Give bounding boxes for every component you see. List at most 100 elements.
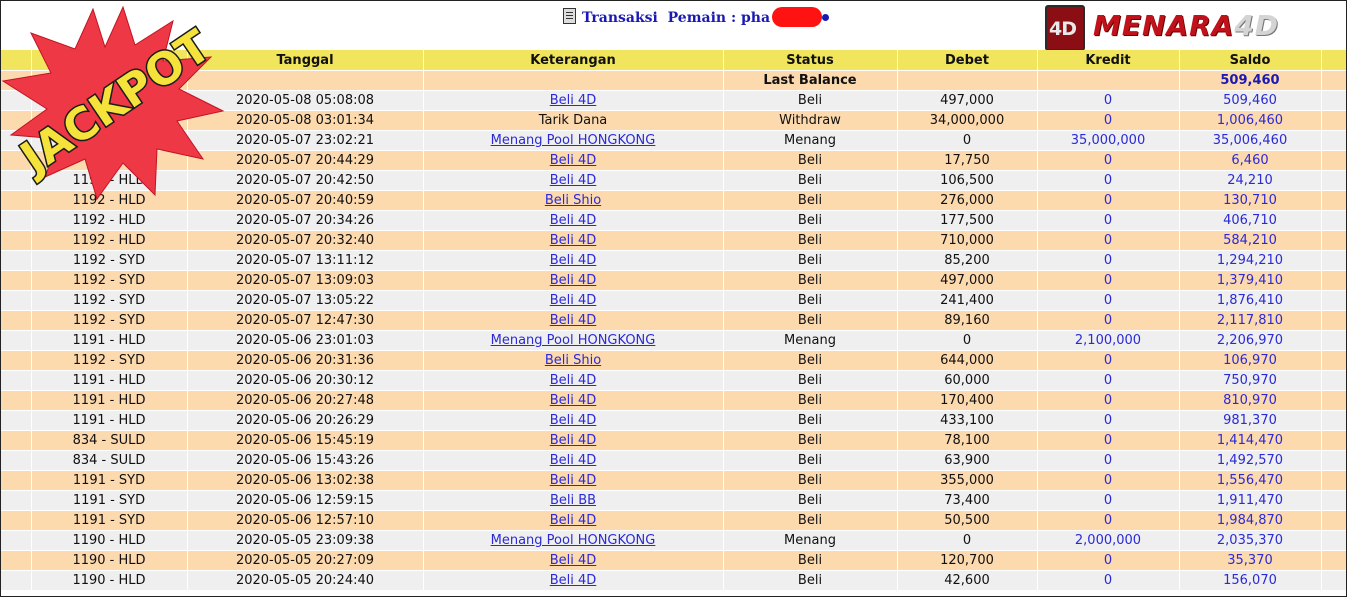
row-left-edge — [1, 230, 32, 251]
table-row: 1191 - SYD 2020-05-06 13:02:38 Beli 4D Beli… — [1, 470, 1346, 491]
row-tanggal: 2020-05-07 13:05:22 — [187, 290, 424, 311]
row-left-edge — [1, 270, 32, 291]
page-header: Transaksi Pemain : pha MENARA4D — [1, 1, 1346, 51]
row-kredit: 0 — [1037, 470, 1180, 491]
row-tanggal: 2020-05-05 23:09:38 — [187, 530, 424, 551]
row-kredit: 0 — [1037, 490, 1180, 511]
row-right-edge — [1321, 410, 1346, 431]
keterangan-link[interactable]: Beli 4D — [550, 573, 597, 588]
row-keterangan: Beli 4D — [423, 270, 724, 291]
keterangan-link[interactable]: Beli 4D — [550, 153, 597, 168]
row-tanggal: 2020-05-06 15:43:26 — [187, 450, 424, 471]
row-left-edge — [1, 310, 32, 331]
keterangan-link[interactable]: Menang Pool HONGKONG — [491, 333, 656, 348]
transaction-table: Tanggal Keterangan Status Debet Kredit S… — [1, 50, 1346, 591]
keterangan-link[interactable]: Beli 4D — [550, 553, 597, 568]
keterangan-link[interactable]: Beli 4D — [550, 253, 597, 268]
row-status: Menang — [723, 330, 898, 351]
table-row: 834 - SULD 2020-05-06 15:43:26 Beli 4D Beli… — [1, 450, 1346, 471]
keterangan-link[interactable]: Beli 4D — [550, 93, 597, 108]
row-status: Beli — [723, 350, 898, 371]
keterangan-link[interactable]: Beli 4D — [550, 313, 597, 328]
row-right-edge — [1321, 210, 1346, 231]
row-status: Beli — [723, 430, 898, 451]
keterangan-link[interactable]: Beli 4D — [550, 293, 597, 308]
row-saldo: 1,294,210 — [1179, 250, 1322, 271]
row-keterangan: Beli 4D — [423, 150, 724, 171]
table-row: 1191 - HLD 2020-05-06 20:30:12 Beli 4D Beli… — [1, 370, 1346, 391]
row-debet: 0 — [897, 530, 1038, 551]
table-row: 1190 - HLD 2020-05-05 20:27:09 Beli 4D Beli… — [1, 550, 1346, 571]
row-saldo: 2,035,370 — [1179, 530, 1322, 551]
row-right-edge — [1321, 430, 1346, 451]
row-debet: 120,700 — [897, 550, 1038, 571]
keterangan-link[interactable]: Beli Shio — [545, 353, 601, 368]
keterangan-link[interactable]: Beli 4D — [550, 393, 597, 408]
row-status: Beli — [723, 490, 898, 511]
row-kredit: 0 — [1037, 510, 1180, 531]
row-debet: 170,400 — [897, 390, 1038, 411]
row-left-edge — [1, 170, 32, 191]
keterangan-link[interactable]: Beli 4D — [550, 373, 597, 388]
title-label: Transaksi — [582, 10, 658, 26]
row-kredit: 0 — [1037, 210, 1180, 231]
row-status: Beli — [723, 170, 898, 191]
row-keterangan: Beli 4D — [423, 510, 724, 531]
keterangan-link[interactable]: Beli 4D — [550, 473, 597, 488]
row-tanggal: 2020-05-08 05:08:08 — [187, 90, 424, 111]
row-status: Menang — [723, 530, 898, 551]
row-debet: 710,000 — [897, 230, 1038, 251]
row-right-edge — [1321, 110, 1346, 131]
keterangan-link[interactable]: Beli Shio — [545, 193, 601, 208]
row-keterangan: Beli 4D — [423, 390, 724, 411]
row-status: Beli — [723, 570, 898, 591]
row-id: 1192 - SYD — [31, 310, 188, 331]
keterangan-link[interactable]: Beli 4D — [550, 273, 597, 288]
table-row: 1192 - SYD 2020-05-06 20:31:36 Beli Shio Be… — [1, 350, 1346, 371]
row-saldo: 24,210 — [1179, 170, 1322, 191]
row-id: 1192 - SYD — [31, 350, 188, 371]
column-left-edge — [1, 50, 32, 71]
row-right-edge — [1321, 510, 1346, 531]
row-right-edge — [1321, 310, 1346, 331]
row-keterangan: Beli 4D — [423, 310, 724, 331]
row-tanggal: 2020-05-06 13:02:38 — [187, 470, 424, 491]
row-id: 1191 - HLD — [31, 390, 188, 411]
keterangan-link[interactable]: Beli 4D — [550, 433, 597, 448]
row-kredit: 0 — [1037, 170, 1180, 191]
row-keterangan: Beli 4D — [423, 210, 724, 231]
row-saldo: 1,556,470 — [1179, 470, 1322, 491]
table-row: 1192 - HLD 2020-05-07 20:34:26 Beli 4D Beli… — [1, 210, 1346, 231]
column-keterangan: Keterangan — [423, 50, 724, 71]
row-right-edge — [1321, 90, 1346, 111]
row-debet: 106,500 — [897, 170, 1038, 191]
brand-suffix: 4D — [1234, 9, 1280, 42]
keterangan-link[interactable]: Beli 4D — [550, 453, 597, 468]
keterangan-link[interactable]: Menang Pool HONGKONG — [491, 533, 656, 548]
table-row: 1191 - HLD 2020-05-06 23:01:03 Menang Pool… — [1, 330, 1346, 351]
row-saldo: 130,710 — [1179, 190, 1322, 211]
row-left-edge — [1, 410, 32, 431]
keterangan-link[interactable]: Beli 4D — [550, 233, 597, 248]
row-saldo: 1,006,460 — [1179, 110, 1322, 131]
row-keterangan: Beli 4D — [423, 550, 724, 571]
keterangan-link[interactable]: Beli 4D — [550, 413, 597, 428]
row-id — [31, 110, 188, 131]
row-left-edge — [1, 210, 32, 231]
row-kredit: 0 — [1037, 90, 1180, 111]
keterangan-link[interactable]: Beli 4D — [550, 513, 597, 528]
row-debet: 73,400 — [897, 490, 1038, 511]
keterangan-link[interactable]: Beli 4D — [550, 173, 597, 188]
row-right-edge — [1321, 550, 1346, 571]
row-debet: 0 — [897, 130, 1038, 151]
keterangan-link[interactable]: Beli 4D — [550, 213, 597, 228]
keterangan-link[interactable]: Beli BB — [550, 493, 596, 508]
row-kredit: 35,000,000 — [1037, 130, 1180, 151]
row-left-edge — [1, 150, 32, 171]
row-tanggal: 2020-05-07 23:02:21 — [187, 130, 424, 151]
keterangan-link[interactable]: Menang Pool HONGKONG — [491, 133, 656, 148]
row-right-edge — [1321, 470, 1346, 491]
row-status: Beli — [723, 390, 898, 411]
row-left-edge — [1, 390, 32, 411]
table-row: 1191 - HLD 2020-05-06 20:27:48 Beli 4D Beli… — [1, 390, 1346, 411]
